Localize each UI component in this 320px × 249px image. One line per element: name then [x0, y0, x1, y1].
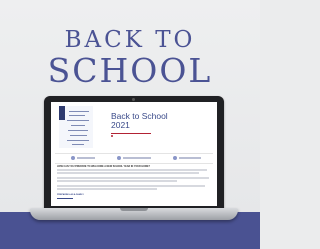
section-heading: HOW CAN YOU PREPARE TO WELCOME A NEW SCH… — [57, 165, 151, 168]
info-icon — [173, 156, 177, 160]
poster-text-line — [68, 130, 88, 131]
subsection-label: PREPARING AS A FAMILY — [57, 194, 84, 196]
poster-text-line — [69, 111, 89, 112]
title-accent-dot — [111, 135, 113, 137]
body-text-line — [57, 180, 177, 182]
quick-link-text — [179, 157, 201, 159]
poster-text-line — [70, 135, 87, 136]
quick-links-bar — [55, 153, 213, 164]
document-icon — [117, 156, 121, 160]
poster-text-line — [67, 140, 89, 141]
poster-text-line — [69, 115, 85, 116]
page-title: Back to School 2021 — [111, 112, 211, 130]
school-poster-image — [59, 106, 93, 148]
quick-link-text — [77, 157, 95, 159]
headline-line-1: BACK TO — [64, 27, 196, 53]
calendar-icon — [71, 156, 75, 160]
website-display: Back to School 2021 HOW CAN YOU PREPARE … — [51, 102, 217, 206]
body-text-line — [57, 188, 157, 190]
bookmark-ribbon-icon — [59, 106, 65, 120]
laptop-base — [30, 208, 238, 220]
body-text-line — [57, 169, 207, 171]
subsection-underline — [57, 198, 73, 199]
laptop-screen: Back to School 2021 HOW CAN YOU PREPARE … — [44, 96, 224, 210]
body-text-line — [57, 177, 209, 179]
poster-text-line — [72, 144, 84, 145]
poster-text-line — [67, 120, 89, 121]
laptop-opening-notch — [120, 208, 148, 211]
title-divider — [111, 133, 151, 134]
webcam-icon — [132, 98, 135, 101]
body-text-line — [57, 172, 199, 174]
page-title-line-2: 2021 — [111, 120, 130, 130]
headline: BACK TO SCHOOL — [0, 28, 260, 90]
poster-text-line — [71, 125, 85, 126]
headline-line-2: SCHOOL — [47, 51, 213, 90]
body-text-line — [57, 185, 205, 187]
quick-link-text — [123, 157, 151, 159]
website-header: Back to School 2021 — [51, 102, 217, 152]
promo-graphic: BACK TO SCHOOL Back to School 2021 HOW C… — [0, 0, 260, 249]
